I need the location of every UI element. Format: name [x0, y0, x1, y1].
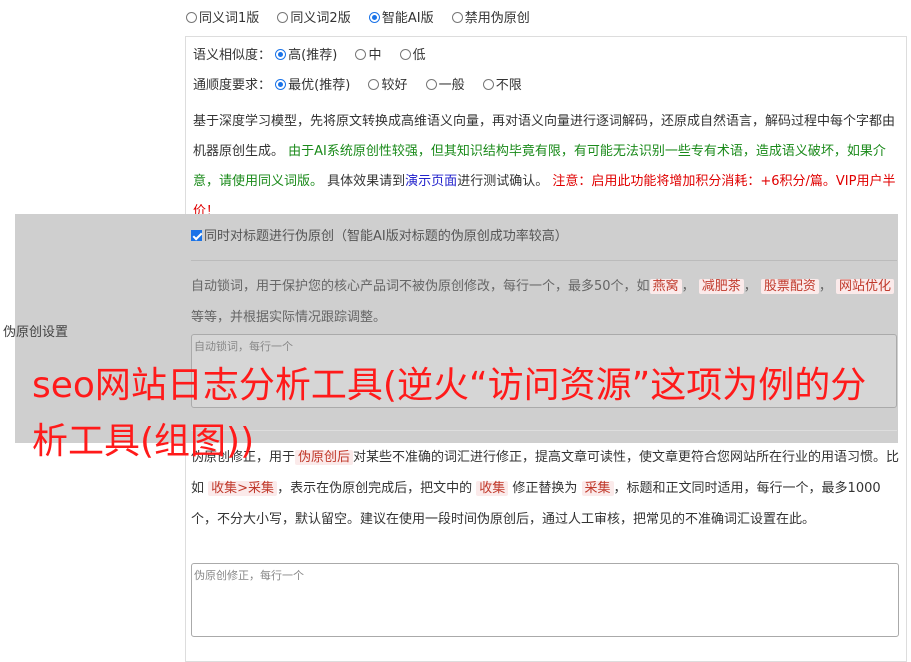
- mode-option-disable[interactable]: 禁用伪原创: [451, 10, 530, 28]
- ai-description: 基于深度学习模型，先将原文转换成高维语义向量，再对语义向量进行逐词解码，还原成自…: [193, 114, 896, 219]
- correction-textarea[interactable]: 伪原创修正，每行一个: [191, 563, 899, 637]
- radio-icon[interactable]: [425, 79, 437, 90]
- radio-icon[interactable]: [186, 12, 197, 23]
- fluency-label: 通顺度要求：: [193, 78, 272, 93]
- fluency-option-good[interactable]: 较好: [368, 77, 407, 95]
- similarity-label: 语义相似度：: [193, 48, 272, 63]
- pseudo-original-settings-label: 伪原创设置: [3, 325, 69, 340]
- divider: [191, 260, 897, 261]
- similarity-option-medium[interactable]: 中: [355, 47, 381, 65]
- fluency-option-any[interactable]: 不限: [482, 77, 522, 95]
- similarity-row: 语义相似度： 高(推荐) 中 低: [193, 47, 440, 65]
- fluency-option-best[interactable]: 最优(推荐): [275, 77, 350, 95]
- similarity-option-low[interactable]: 低: [399, 47, 426, 65]
- radio-icon[interactable]: [277, 12, 289, 23]
- demo-page-link[interactable]: 演示页面: [405, 174, 457, 189]
- lock-words-description: 自动锁词，用于保护您的核心产品词不被伪原创修改，每行一个，最多50个，如 燕窝， …: [191, 271, 899, 333]
- checkbox-checked-icon[interactable]: [191, 230, 202, 241]
- radio-selected-icon[interactable]: [368, 12, 380, 23]
- fluency-option-normal[interactable]: 一般: [425, 77, 465, 95]
- similarity-option-high[interactable]: 高(推荐): [275, 47, 337, 65]
- radio-icon[interactable]: [355, 49, 367, 60]
- mode-option-synonym2[interactable]: 同义词2版: [277, 10, 351, 28]
- radio-selected-icon[interactable]: [275, 79, 287, 90]
- mode-option-ai[interactable]: 智能AI版: [368, 10, 434, 28]
- radio-icon[interactable]: [368, 79, 380, 90]
- article-title-overlay: seo网站日志分析工具(逆火“访问资源”这项为例的分析工具(组图)): [32, 365, 867, 462]
- mode-option-synonym1[interactable]: 同义词1版: [186, 10, 259, 28]
- radio-icon[interactable]: [399, 49, 411, 60]
- fluency-row: 通顺度要求： 最优(推荐) 较好 一般 不限: [193, 77, 536, 95]
- radio-icon[interactable]: [451, 12, 463, 23]
- radio-icon[interactable]: [482, 79, 494, 90]
- title-pseudo-original-checkbox-row[interactable]: 同时对标题进行伪原创（智能AI版对标题的伪原创成功率较高）: [191, 229, 568, 245]
- mode-radio-group: 同义词1版 同义词2版 智能AI版 禁用伪原创: [186, 10, 544, 28]
- radio-selected-icon[interactable]: [275, 49, 287, 60]
